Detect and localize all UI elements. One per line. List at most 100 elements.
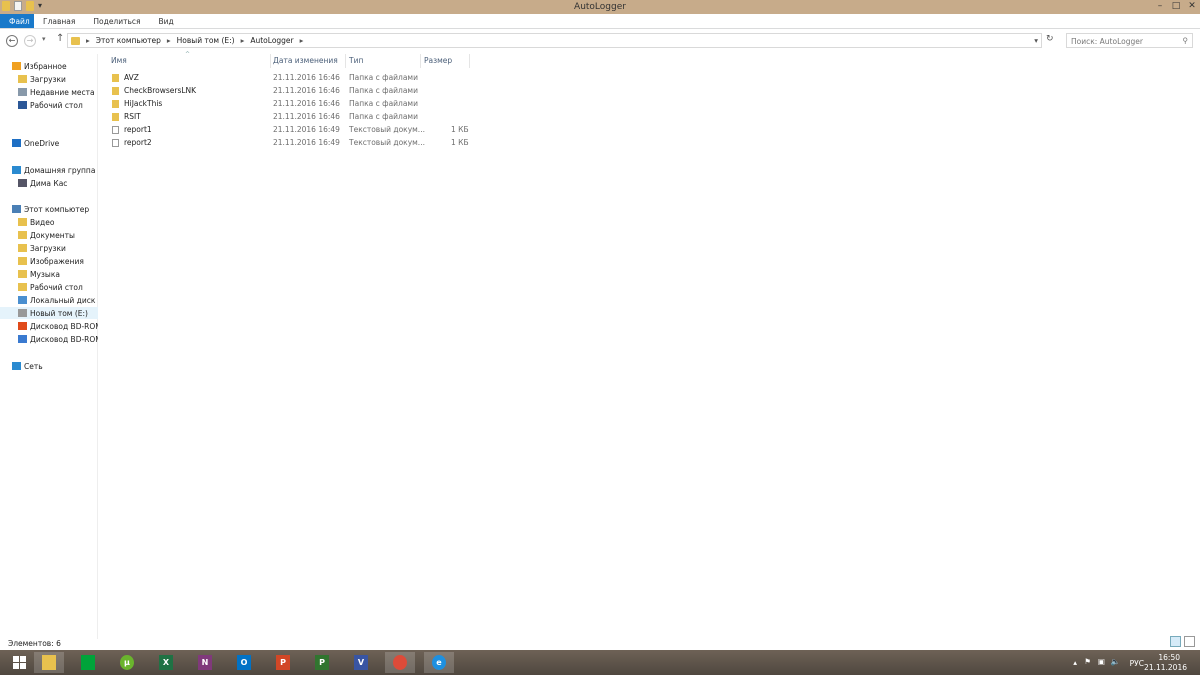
sidebar-item[interactable]: OneDrive [0, 137, 98, 149]
refresh-button[interactable]: ↻ [1046, 34, 1054, 44]
network-icon [12, 362, 21, 370]
sidebar-item[interactable]: Загрузки [0, 73, 98, 85]
file-name: RSIT [124, 112, 141, 121]
file-row[interactable]: AVZ 21.11.2016 16:46 Папка с файлами [108, 72, 468, 84]
sidebar-item-label: Документы [30, 230, 75, 240]
sidebar-item[interactable]: Рабочий стол [0, 281, 98, 293]
maximize-button[interactable]: □ [1168, 0, 1184, 14]
minimize-button[interactable]: – [1152, 0, 1168, 14]
address-bar[interactable]: ▸ Этот компьютер ▸ Новый том (E:) ▸ Auto… [67, 33, 1042, 48]
ribbon-tabs: Файл Главная Поделиться Вид [0, 14, 1200, 29]
breadcrumb-this-pc[interactable]: Этот компьютер [96, 36, 161, 45]
taskbar-visio-button[interactable]: V [346, 652, 376, 673]
action-center-flag-icon[interactable]: ⚑ [1084, 657, 1091, 666]
up-button[interactable]: ↑ [56, 33, 64, 44]
sidebar-item[interactable]: Дисковод BD-ROM [0, 333, 98, 345]
taskbar-excel-button[interactable]: X [151, 652, 181, 673]
powerpoint-icon: P [276, 655, 290, 670]
sidebar-item-label: OneDrive [24, 138, 60, 148]
window-title: AutoLogger [574, 2, 626, 12]
start-button[interactable] [4, 652, 34, 673]
taskbar-project-button[interactable]: P [307, 652, 337, 673]
sidebar-item-label: Музыка [30, 269, 60, 279]
taskbar-onenote-button[interactable]: N [190, 652, 220, 673]
tab-view[interactable]: Вид [150, 14, 183, 28]
language-indicator[interactable]: РУС [1130, 659, 1144, 668]
windows-logo-icon [12, 656, 26, 669]
recent-locations-chevron-icon[interactable]: ▾ [42, 35, 46, 43]
close-button[interactable]: ✕ [1184, 0, 1200, 14]
search-icon: ⚲ [1182, 36, 1189, 45]
sidebar-item-label: Видео [30, 217, 55, 227]
sidebar-item[interactable]: Недавние места [0, 86, 98, 98]
breadcrumb-separator-icon: ▸ [240, 36, 245, 45]
back-button[interactable]: ← [6, 35, 18, 47]
file-name: CheckBrowsersLNK [124, 86, 197, 95]
taskbar: µ X N O P P Ve ▴ ⚑ ▣ 🔈 РУС 16:50 21.11.2016 [0, 650, 1200, 675]
sidebar-item-label: Сеть [24, 361, 43, 371]
file-name: report2 [124, 138, 152, 147]
file-row[interactable]: report2 21.11.2016 16:49 Текстовый докум..… [108, 137, 469, 149]
navigation-bar: ← → ▾ ↑ ▸ Этот компьютер ▸ Новый том (E:… [0, 32, 1200, 50]
utorrent-icon: µ [120, 655, 134, 670]
sidebar-item[interactable]: Загрузки [0, 242, 98, 254]
volume-icon[interactable]: 🔈 [1111, 657, 1120, 666]
file-type: Папка с файлами [349, 99, 418, 108]
large-icons-view-button[interactable] [1184, 636, 1195, 647]
taskbar-store-button[interactable] [73, 652, 103, 673]
column-header-name[interactable]: Имя [111, 56, 127, 65]
breadcrumb-autologger[interactable]: AutoLogger [250, 36, 293, 45]
drive-icon [18, 309, 27, 317]
forward-button[interactable]: → [24, 35, 36, 47]
column-header-date[interactable]: Дата изменения [273, 56, 338, 65]
column-divider [420, 54, 421, 68]
sidebar-item[interactable]: Дисковод BD-ROM [0, 320, 98, 332]
sidebar-item[interactable]: Видео [0, 216, 98, 228]
clock-date[interactable]: 21.11.2016 [1144, 663, 1187, 672]
search-input[interactable]: Поиск: AutoLogger ⚲ [1066, 33, 1193, 48]
sidebar-item[interactable]: Домашняя группа [0, 164, 98, 176]
show-hidden-icons-button[interactable]: ▴ [1073, 658, 1077, 667]
folder-icon [112, 74, 119, 82]
homegroup-icon [12, 166, 21, 174]
sidebar-item[interactable]: Избранное [0, 60, 98, 72]
title-bar: ▾ AutoLogger – □ ✕ [0, 0, 1200, 14]
file-explorer-icon [42, 655, 56, 670]
taskbar-powerpoint-button[interactable]: P [268, 652, 298, 673]
star-icon [12, 62, 21, 70]
tab-file[interactable]: Файл [0, 14, 34, 28]
details-view-button[interactable] [1170, 636, 1181, 647]
sidebar-item[interactable]: Этот компьютер [0, 203, 98, 215]
sidebar-item[interactable]: Изображения [0, 255, 98, 267]
file-type: Папка с файлами [349, 86, 418, 95]
tab-share[interactable]: Поделиться [84, 14, 149, 28]
desktop-icon [18, 101, 27, 109]
breadcrumb-drive-e[interactable]: Новый том (E:) [177, 36, 235, 45]
clock-time[interactable]: 16:50 [1158, 653, 1180, 662]
network-icon[interactable]: ▣ [1098, 657, 1105, 666]
file-size: 1 КБ [451, 125, 469, 134]
video-folder-icon [18, 218, 27, 226]
sidebar-item[interactable]: Локальный диск (C:) [0, 294, 98, 306]
taskbar-outlook-button[interactable]: O [229, 652, 259, 673]
taskbar-internet-explorer-button[interactable]: e [424, 652, 454, 673]
column-header-size[interactable]: Размер [424, 56, 452, 65]
address-dropdown-icon[interactable]: ▾ [1034, 36, 1038, 45]
taskbar-chrome-button[interactable] [385, 652, 415, 673]
file-row[interactable]: report1 21.11.2016 16:49 Текстовый докум..… [108, 124, 469, 136]
file-row[interactable]: HiJackThis 21.11.2016 16:46 Папка с файлам… [108, 98, 468, 110]
taskbar-utorrent-button[interactable]: µ [112, 652, 142, 673]
column-header-type[interactable]: Тип [349, 56, 363, 65]
file-row[interactable]: RSIT 21.11.2016 16:46 Папка с файлами [108, 111, 468, 123]
tab-home[interactable]: Главная [34, 14, 84, 28]
sidebar-item[interactable]: Рабочий стол [0, 99, 98, 111]
sidebar-item[interactable]: Музыка [0, 268, 98, 280]
file-row[interactable]: CheckBrowsersLNK 21.11.2016 16:46 Папка с … [108, 85, 468, 97]
sidebar-item-label: Загрузки [30, 243, 66, 253]
sidebar-item[interactable]: Сеть [0, 360, 98, 372]
onedrive-icon [12, 139, 21, 147]
sidebar-item[interactable]: Документы [0, 229, 98, 241]
sidebar-item[interactable]: Дима Кас [0, 177, 98, 189]
sidebar-item[interactable]: Новый том (E:) [0, 307, 98, 319]
taskbar-file-explorer-button[interactable] [34, 652, 64, 673]
